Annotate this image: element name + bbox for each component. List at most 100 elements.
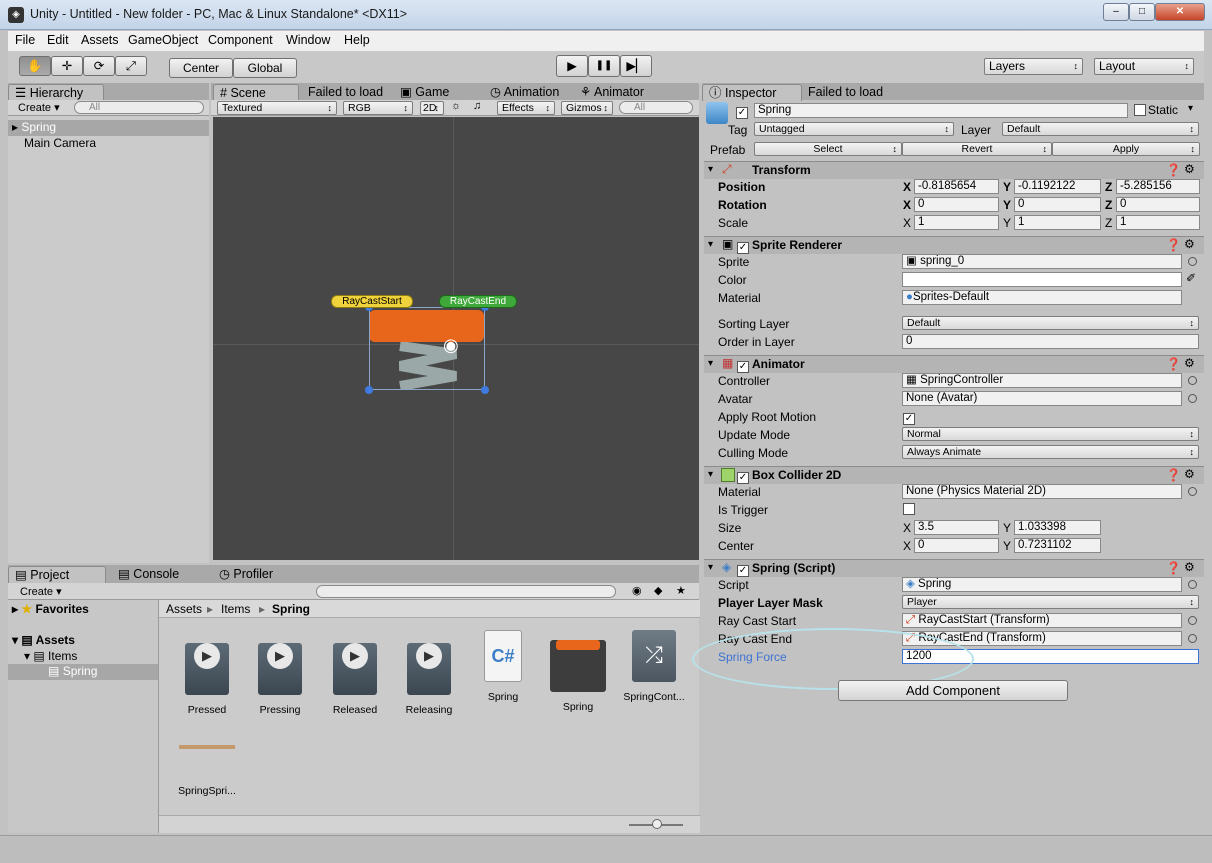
tab-console[interactable]: ▤ Console: [112, 566, 185, 583]
color-channel-dropdown[interactable]: RGB: [343, 101, 413, 115]
scale-x-field[interactable]: 1: [914, 215, 999, 230]
object-picker-icon[interactable]: [1188, 580, 1197, 589]
maximize-button[interactable]: □: [1129, 3, 1155, 21]
help-icon[interactable]: ❓: [1166, 561, 1181, 575]
filter-type-icon[interactable]: ◉: [632, 584, 642, 597]
layers-dropdown[interactable]: Layers: [984, 58, 1083, 75]
gear-icon[interactable]: ⚙: [1184, 162, 1195, 176]
audio-toggle-icon[interactable]: ♫: [473, 100, 481, 112]
gear-icon[interactable]: ⚙: [1184, 237, 1195, 251]
position-z-field[interactable]: -5.285156: [1116, 179, 1200, 194]
minimize-button[interactable]: ‒: [1103, 3, 1129, 21]
hierarchy-create-button[interactable]: Create ▾: [18, 101, 60, 114]
tab-animator[interactable]: ⚘ Animator: [574, 84, 650, 101]
is-trigger-checkbox[interactable]: [903, 503, 915, 518]
hierarchy-item[interactable]: ▸ Spring: [8, 120, 209, 136]
tab-failed-to-load[interactable]: Failed to load: [302, 84, 389, 101]
favorite-star-icon[interactable]: ★: [676, 584, 686, 597]
layout-dropdown[interactable]: Layout: [1094, 58, 1194, 75]
player-layer-mask-dropdown[interactable]: Player: [902, 595, 1199, 609]
layer-dropdown[interactable]: Default: [1002, 122, 1199, 136]
expand-arrow-icon[interactable]: ▸: [12, 120, 21, 134]
scene-viewport[interactable]: ◉ RayCastStart RayCastEnd: [213, 117, 699, 560]
size-x-field[interactable]: 3.5: [914, 520, 999, 535]
order-in-layer-field[interactable]: 0: [902, 334, 1199, 349]
position-y-field[interactable]: -0.1192122: [1014, 179, 1101, 194]
scale-y-field[interactable]: 1: [1014, 215, 1101, 230]
breadcrumb-assets[interactable]: Assets: [166, 602, 202, 616]
foldout-arrow-icon[interactable]: ▾: [708, 469, 713, 480]
apply-root-motion-checkbox[interactable]: ✓: [903, 410, 915, 425]
active-checkbox[interactable]: ✓: [736, 104, 748, 119]
eyedropper-icon[interactable]: ✐: [1186, 271, 1196, 285]
hierarchy-item[interactable]: Main Camera: [8, 136, 96, 150]
tab-inspector[interactable]: ⓘ Inspector: [702, 84, 802, 101]
rotation-y-field[interactable]: 0: [1014, 197, 1101, 212]
gear-icon[interactable]: ⚙: [1184, 467, 1195, 481]
tab-project[interactable]: ▤ Project: [8, 566, 106, 583]
foldout-arrow-icon[interactable]: ▾: [708, 562, 713, 573]
rect-handle[interactable]: [365, 386, 373, 394]
tab-scene[interactable]: # Scene: [213, 84, 299, 101]
sprite-field[interactable]: ▣ spring_0: [902, 254, 1182, 269]
foldout-arrow-icon[interactable]: ▾: [708, 239, 713, 250]
object-picker-icon[interactable]: [1188, 257, 1197, 266]
asset-item[interactable]: ▶ Pressed: [172, 630, 242, 716]
asset-item[interactable]: Spring: [543, 630, 613, 713]
animator-header[interactable]: ▾ ▦ ✓ Animator ❓ ⚙: [704, 355, 1204, 373]
tab-failed-to-load[interactable]: Failed to load: [802, 84, 889, 101]
static-checkbox[interactable]: [1134, 104, 1146, 119]
asset-item[interactable]: C# Spring: [468, 630, 538, 703]
color-field[interactable]: [902, 272, 1182, 287]
gameobject-name-field[interactable]: Spring: [754, 103, 1128, 118]
ray-cast-start-field[interactable]: ⤢ RayCastStart (Transform): [902, 613, 1182, 628]
close-button[interactable]: ✕: [1155, 3, 1205, 21]
physics-material-field[interactable]: None (Physics Material 2D): [902, 484, 1182, 499]
gear-icon[interactable]: ⚙: [1184, 560, 1195, 574]
object-picker-icon[interactable]: [1188, 616, 1197, 625]
project-search-input[interactable]: [316, 585, 616, 598]
controller-field[interactable]: ▦ SpringController: [902, 373, 1182, 388]
box-collider-2d-header[interactable]: ▾ ✓ Box Collider 2D ❓ ⚙: [704, 466, 1204, 484]
object-picker-icon[interactable]: [1188, 376, 1197, 385]
step-button[interactable]: ▶▏: [620, 55, 652, 77]
slider-thumb[interactable]: [652, 819, 662, 829]
add-component-button[interactable]: Add Component: [838, 680, 1068, 701]
breadcrumb-items[interactable]: Items: [221, 602, 250, 616]
render-mode-dropdown[interactable]: Textured: [217, 101, 337, 115]
script-field[interactable]: ◈ Spring: [902, 577, 1182, 592]
help-icon[interactable]: ❓: [1166, 468, 1181, 482]
tab-hierarchy[interactable]: ☰ Hierarchy: [8, 84, 104, 101]
asset-item[interactable]: ⤮ SpringCont...: [619, 630, 689, 703]
center-x-field[interactable]: 0: [914, 538, 999, 553]
play-button[interactable]: ▶: [556, 55, 588, 77]
object-picker-icon[interactable]: [1188, 487, 1197, 496]
menu-help[interactable]: Help: [344, 33, 370, 47]
position-x-field[interactable]: -0.8185654: [914, 179, 999, 194]
tag-dropdown[interactable]: Untagged: [754, 122, 954, 136]
foldout-arrow-icon[interactable]: ▾: [708, 358, 713, 369]
light-toggle-icon[interactable]: ☼: [451, 100, 461, 112]
asset-item[interactable]: ▶ Released: [320, 630, 390, 716]
prefab-apply-button[interactable]: Apply: [1052, 142, 1200, 156]
material-field[interactable]: ●Sprites-Default: [902, 290, 1182, 305]
object-picker-icon[interactable]: [1188, 634, 1197, 643]
center-y-field[interactable]: 0.7231102: [1014, 538, 1101, 553]
breadcrumb-spring[interactable]: Spring: [272, 602, 310, 616]
prefab-revert-button[interactable]: Revert: [902, 142, 1052, 156]
rotation-z-field[interactable]: 0: [1116, 197, 1200, 212]
tab-animation[interactable]: ◷ Animation: [484, 84, 565, 101]
project-create-button[interactable]: Create ▾: [20, 585, 62, 598]
object-picker-icon[interactable]: [1188, 394, 1197, 403]
sprite-renderer-header[interactable]: ▾ ▣ ✓ Sprite Renderer ❓ ⚙: [704, 236, 1204, 254]
favorites-item[interactable]: ▸ ★ Favorites: [12, 602, 89, 616]
menu-edit[interactable]: Edit: [47, 33, 69, 47]
menu-gameobject[interactable]: GameObject: [128, 33, 198, 47]
spring-folder[interactable]: ▤ Spring: [8, 664, 158, 680]
culling-mode-dropdown[interactable]: Always Animate: [902, 445, 1199, 459]
tab-game[interactable]: ▣ Game: [394, 84, 455, 101]
pause-button[interactable]: ❚❚: [588, 55, 620, 77]
menu-component[interactable]: Component: [208, 33, 273, 47]
scale-tool-button[interactable]: ⤢: [115, 56, 147, 76]
enabled-checkbox[interactable]: ✓: [737, 358, 749, 373]
